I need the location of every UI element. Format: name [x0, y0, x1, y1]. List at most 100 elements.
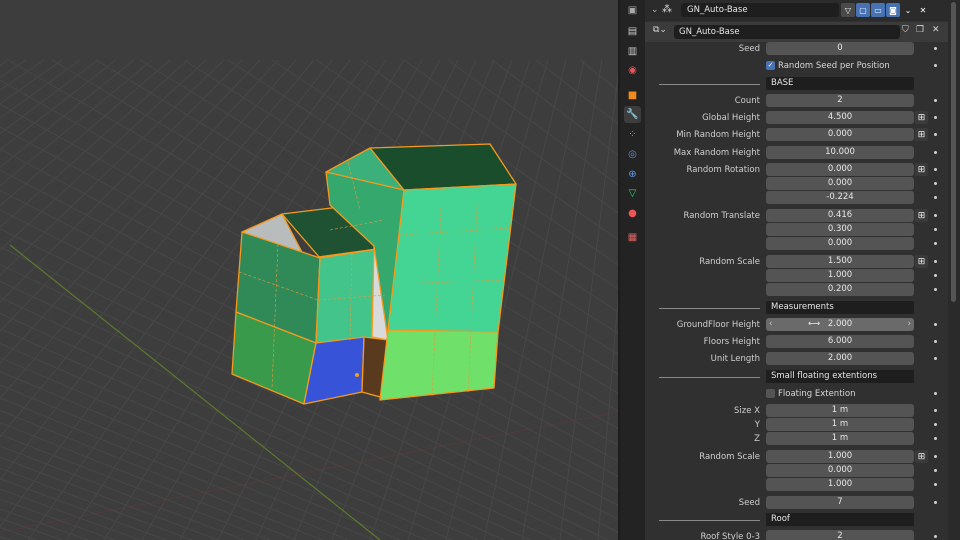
random-scale2-y-field[interactable]: 0.000: [766, 464, 914, 477]
collapse-chevron-icon[interactable]: ⌄: [651, 5, 659, 15]
fake-user-shield-icon[interactable]: ⛉: [902, 25, 909, 35]
random-scale2-x-field[interactable]: 1.000: [766, 450, 914, 463]
material-icon[interactable]: ●: [624, 205, 641, 222]
random-scale-y-row: 1.000: [645, 269, 948, 283]
keyframe-dot[interactable]: [934, 182, 937, 185]
keyframe-dot[interactable]: [934, 423, 937, 426]
keyframe-dot[interactable]: [934, 288, 937, 291]
random-rotation-x-field[interactable]: 0.000: [766, 163, 914, 176]
keyframe-dot[interactable]: [934, 228, 937, 231]
random-scale-x-field[interactable]: 1.500: [766, 255, 914, 268]
on-cage-icon[interactable]: ▢: [856, 3, 870, 17]
size-x-field[interactable]: 1 m: [766, 404, 914, 417]
global-height-row: Global Height 4.500 ⊞: [645, 111, 948, 125]
max-random-height-field[interactable]: 10.000: [766, 146, 914, 159]
size-y-field[interactable]: 1 m: [766, 418, 914, 431]
dropdown-chevron-icon[interactable]: ⌄: [901, 3, 915, 17]
random-translate-y-field[interactable]: 0.300: [766, 223, 914, 236]
input-attribute-toggle-icon[interactable]: ⊞: [915, 111, 928, 124]
particles-icon[interactable]: ⁘: [624, 126, 641, 143]
3d-viewport[interactable]: [0, 0, 618, 540]
wrench-icon[interactable]: 🔧: [624, 106, 641, 123]
floors-height-field[interactable]: 6.000: [766, 335, 914, 348]
random-scale2-z-row: 1.000: [645, 478, 948, 492]
physics-icon[interactable]: ◎: [624, 146, 641, 163]
remove-x-icon[interactable]: ✕: [916, 3, 930, 17]
keyframe-dot[interactable]: [934, 214, 937, 217]
keyframe-dot[interactable]: [934, 47, 937, 50]
building-mesh: [231, 143, 517, 405]
random-rotation-z-field[interactable]: -0.224: [766, 191, 914, 204]
seed2-field[interactable]: 7: [766, 496, 914, 509]
output-icon[interactable]: ▥: [624, 43, 641, 60]
random-translate-z-field[interactable]: 0.000: [766, 237, 914, 250]
random-scale2-x-row: Random Scale 1.000 ⊞: [645, 450, 948, 464]
decrement-arrow-icon[interactable]: ‹: [769, 318, 772, 331]
increment-arrow-icon[interactable]: ›: [908, 318, 911, 331]
duplicate-icon[interactable]: ❐: [916, 25, 924, 35]
min-random-height-field[interactable]: 0.000: [766, 128, 914, 141]
scrollbar-thumb[interactable]: [951, 2, 956, 302]
keyframe-dot[interactable]: [934, 409, 937, 412]
unit-length-field[interactable]: 2.000: [766, 352, 914, 365]
keyframe-dot[interactable]: [934, 501, 937, 504]
size-z-field[interactable]: 1 m: [766, 432, 914, 445]
keyframe-dot[interactable]: [934, 64, 937, 67]
keyframe-dot[interactable]: [934, 116, 937, 119]
keyframe-dot[interactable]: [934, 357, 937, 360]
keyframe-dot[interactable]: [934, 323, 937, 326]
input-attribute-toggle-icon[interactable]: ⊞: [915, 255, 928, 268]
random-scale-z-field[interactable]: 0.200: [766, 283, 914, 296]
random-rotation-y-field[interactable]: 0.000: [766, 177, 914, 190]
keyframe-dot[interactable]: [934, 133, 937, 136]
keyframe-dot[interactable]: [934, 340, 937, 343]
input-attribute-toggle-icon[interactable]: ⊞: [915, 209, 928, 222]
random-translate-x-field[interactable]: 0.416: [766, 209, 914, 222]
tool-icon[interactable]: ▣: [624, 2, 641, 19]
random-scale-y-field[interactable]: 1.000: [766, 269, 914, 282]
unlink-x-icon[interactable]: ✕: [932, 25, 940, 35]
seed-field[interactable]: 0: [766, 42, 914, 55]
texture-icon[interactable]: ▦: [624, 229, 641, 246]
min-random-height-row: Min Random Height 0.000 ⊞: [645, 128, 948, 142]
keyframe-dot[interactable]: [934, 535, 937, 538]
constraints-icon[interactable]: ⊕: [624, 166, 641, 183]
random-seed-per-position-checkbox[interactable]: ✓: [766, 61, 775, 70]
render-camera-icon[interactable]: ◙: [886, 3, 900, 17]
world-icon[interactable]: ◉: [624, 62, 641, 79]
seed-row: Seed 0: [645, 42, 948, 56]
keyframe-dot[interactable]: [934, 483, 937, 486]
input-attribute-toggle-icon[interactable]: ⊞: [915, 128, 928, 141]
nodegroup-field[interactable]: GN_Auto-Base: [674, 25, 900, 39]
viewport-canvas[interactable]: [0, 0, 618, 540]
keyframe-dot[interactable]: [934, 242, 937, 245]
render-icon[interactable]: ▤: [624, 23, 641, 40]
keyframe-dot[interactable]: [934, 168, 937, 171]
keyframe-dot[interactable]: [934, 260, 937, 263]
input-attribute-toggle-icon[interactable]: ⊞: [915, 450, 928, 463]
input-attribute-toggle-icon[interactable]: ⊞: [915, 163, 928, 176]
keyframe-dot[interactable]: [934, 455, 937, 458]
edit-mode-icon[interactable]: ▽: [841, 3, 855, 17]
keyframe-dot[interactable]: [934, 437, 937, 440]
data-icon[interactable]: ▽: [624, 185, 641, 202]
object-icon[interactable]: ■: [624, 87, 641, 104]
viewport-display-icon[interactable]: ▭: [871, 3, 885, 17]
keyframe-dot[interactable]: [934, 99, 937, 102]
groundfloor-height-field[interactable]: ‹ ⟷ 2.000 ›: [766, 318, 914, 331]
random-scale2-z-field[interactable]: 1.000: [766, 478, 914, 491]
nodetree-icon[interactable]: ⧉⌄: [653, 25, 667, 35]
floating-extention-row: Floating Extention: [645, 387, 948, 401]
keyframe-dot[interactable]: [934, 151, 937, 154]
keyframe-dot[interactable]: [934, 274, 937, 277]
roof-section-header: Roof: [766, 513, 914, 526]
keyframe-dot[interactable]: [934, 196, 937, 199]
keyframe-dot[interactable]: [934, 392, 937, 395]
modifier-name-field[interactable]: GN_Auto-Base: [681, 3, 839, 17]
roof-style-field[interactable]: 2: [766, 530, 914, 540]
count-field[interactable]: 2: [766, 94, 914, 107]
keyframe-dot[interactable]: [934, 469, 937, 472]
panel-scrollbar[interactable]: [948, 0, 960, 540]
global-height-field[interactable]: 4.500: [766, 111, 914, 124]
floating-extention-checkbox[interactable]: [766, 389, 775, 398]
